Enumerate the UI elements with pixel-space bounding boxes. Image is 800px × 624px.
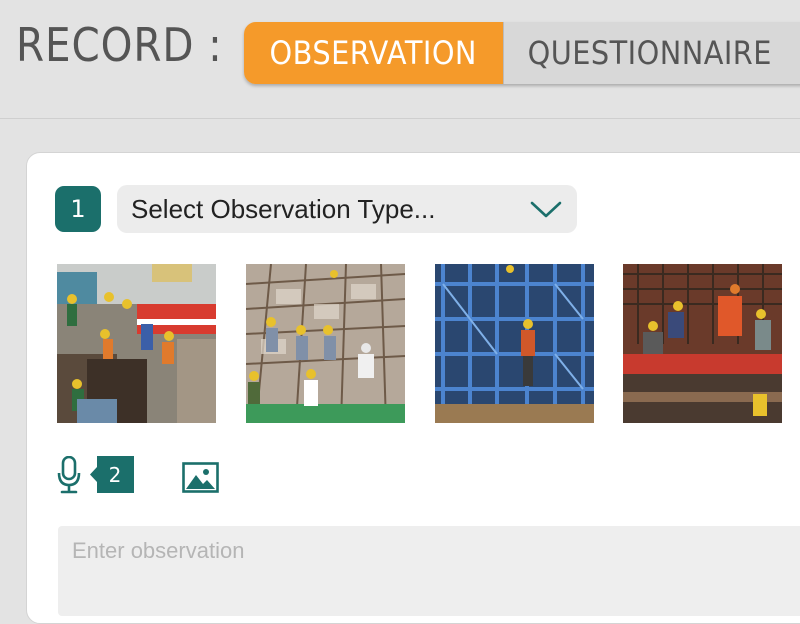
- tab-questionnaire-label: QUESTIONNAIRE: [527, 34, 772, 72]
- voice-note-count-badge: 2: [90, 456, 134, 493]
- step-number-badge: 1: [55, 186, 101, 232]
- observation-type-selected: Select Observation Type...: [131, 193, 436, 224]
- tab-observation[interactable]: OBSERVATION: [244, 22, 503, 84]
- voice-note-count: 2: [108, 462, 122, 487]
- record-label: RECORD :: [16, 18, 223, 72]
- header-bar: RECORD : OBSERVATION QUESTIONNAIRE: [0, 0, 800, 119]
- observation-input[interactable]: [58, 526, 800, 616]
- microphone-icon[interactable]: [56, 456, 82, 494]
- construction-photo-trench[interactable]: [57, 264, 216, 423]
- construction-photo-scaffolding[interactable]: [435, 264, 594, 423]
- record-type-tabs: OBSERVATION QUESTIONNAIRE: [244, 22, 800, 84]
- tab-questionnaire[interactable]: QUESTIONNAIRE: [503, 22, 800, 84]
- construction-photo-rebar[interactable]: [623, 264, 782, 423]
- construction-photo-slab[interactable]: [246, 264, 405, 423]
- observation-type-select[interactable]: Select Observation Type...: [117, 185, 577, 233]
- image-icon[interactable]: [182, 462, 219, 493]
- chevron-down-icon: [530, 201, 562, 218]
- tab-observation-label: OBSERVATION: [269, 34, 478, 72]
